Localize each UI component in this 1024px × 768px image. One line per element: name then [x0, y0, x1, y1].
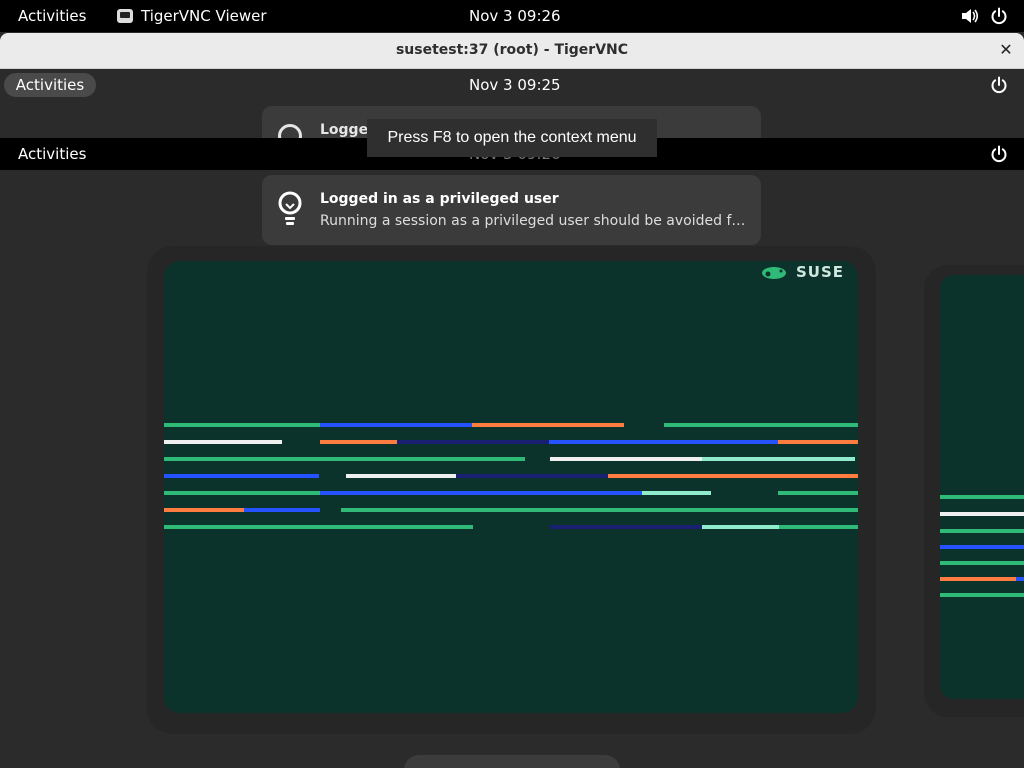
remote-activities-button[interactable]: Activities	[4, 73, 96, 97]
wallpaper-stripe	[346, 474, 456, 478]
chameleon-icon	[762, 267, 786, 279]
lightbulb-icon	[278, 191, 302, 225]
volume-icon[interactable]	[961, 8, 979, 24]
wallpaper-stripe	[341, 508, 858, 512]
workspace-thumbnail-next[interactable]	[940, 275, 1024, 699]
vnc-window-titlebar[interactable]: susetest:37 (root) - TigerVNC ✕	[0, 33, 1024, 69]
close-icon[interactable]: ✕	[998, 42, 1014, 58]
remote-activities-button[interactable]: Activities	[18, 145, 86, 163]
suse-logo: SUSE	[760, 263, 844, 281]
wallpaper-stripe	[244, 508, 320, 512]
tigervnc-icon	[117, 9, 133, 23]
host-app-menu[interactable]: TigerVNC Viewer	[117, 7, 267, 25]
wallpaper-stripe	[320, 423, 472, 427]
suse-logo-text: SUSE	[796, 263, 845, 281]
wallpaper-stripe	[778, 491, 858, 495]
dash-bar[interactable]	[404, 755, 620, 768]
wallpaper-stripe	[456, 474, 608, 478]
wallpaper-stripe	[940, 577, 1016, 581]
wallpaper-stripe	[940, 529, 1024, 533]
power-icon[interactable]	[990, 7, 1008, 25]
wallpaper-stripe	[702, 525, 779, 529]
host-activities-button[interactable]: Activities	[18, 7, 86, 25]
remote-top-bar-overview: Activities Nov 3 09:25	[0, 69, 1024, 101]
wallpaper-stripe	[940, 561, 1024, 565]
wallpaper-stripe	[779, 525, 858, 529]
wallpaper-stripe	[164, 440, 282, 444]
host-top-bar: Activities TigerVNC Viewer Nov 3 09:26	[0, 0, 1024, 32]
f8-hint-tooltip: Press F8 to open the context menu	[367, 119, 657, 157]
notification-title: Logged in as a privileged user	[320, 191, 559, 207]
wallpaper-stripe	[608, 474, 858, 478]
wallpaper-stripe	[550, 525, 702, 529]
wallpaper-stripe	[940, 593, 1024, 597]
wallpaper-stripe	[164, 491, 320, 495]
wallpaper-stripe	[940, 512, 1024, 516]
remote-desktop[interactable]: Activities Nov 3 09:25 Logged in as a pr…	[0, 69, 1024, 768]
wallpaper-stripe	[397, 440, 549, 444]
wallpaper-stripe	[472, 423, 624, 427]
wallpaper-stripe	[702, 457, 855, 461]
notification-banner[interactable]: Logged in as a privileged user Running a…	[262, 175, 761, 245]
window-title: susetest:37 (root) - TigerVNC	[395, 42, 629, 58]
notification-body: Running a session as a privileged user s…	[320, 213, 750, 229]
wallpaper-stripe	[164, 423, 320, 427]
host-app-name: TigerVNC Viewer	[141, 7, 267, 25]
workspace-thumbnail-current[interactable]: SUSE	[164, 261, 858, 713]
wallpaper-stripe	[642, 491, 711, 495]
wallpaper-stripe	[940, 495, 1024, 499]
wallpaper-stripe	[164, 457, 525, 461]
wallpaper-stripe	[664, 423, 858, 427]
wallpaper-stripe	[778, 440, 858, 444]
wallpaper-stripe	[1016, 577, 1024, 581]
wallpaper-stripe	[164, 474, 319, 478]
host-clock[interactable]: Nov 3 09:26	[469, 7, 561, 25]
wallpaper-stripe	[164, 525, 473, 529]
wallpaper-stripe	[164, 508, 244, 512]
power-icon[interactable]	[990, 145, 1008, 163]
wallpaper-stripe	[550, 457, 702, 461]
wallpaper-stripe	[940, 545, 1024, 549]
power-icon[interactable]	[990, 76, 1008, 94]
remote-clock[interactable]: Nov 3 09:25	[469, 76, 561, 94]
wallpaper-stripe	[549, 440, 778, 444]
wallpaper-stripe	[320, 440, 397, 444]
wallpaper-stripe	[320, 491, 642, 495]
